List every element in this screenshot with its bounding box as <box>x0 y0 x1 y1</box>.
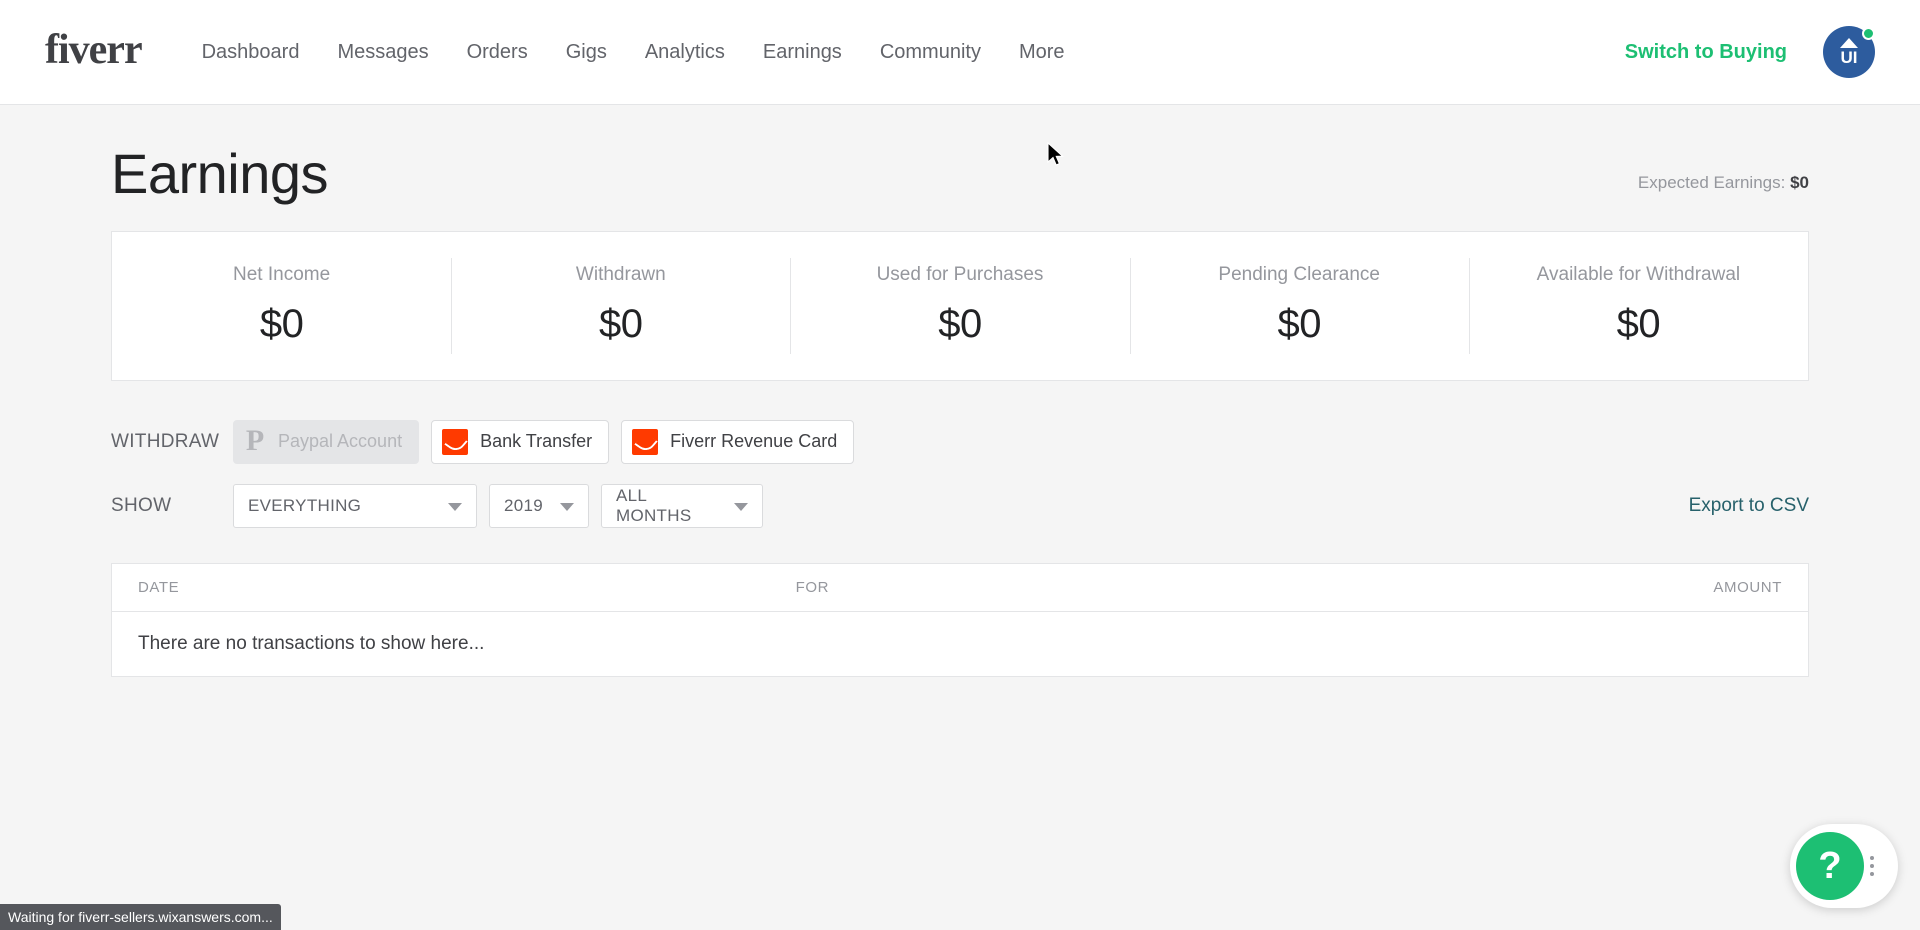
nav-item-dashboard[interactable]: Dashboard <box>202 41 300 64</box>
expected-earnings: Expected Earnings: $0 <box>1638 173 1809 205</box>
paypal-account-label: Paypal Account <box>278 431 403 452</box>
stat-value: $0 <box>938 302 982 347</box>
help-button[interactable]: ? <box>1796 832 1864 900</box>
nav-item-community[interactable]: Community <box>880 41 981 64</box>
chevron-down-icon <box>448 502 462 511</box>
page-content-container: Earnings Expected Earnings: $0 Net Incom… <box>111 105 1809 677</box>
fiverr-revenue-card-button[interactable]: Fiverr Revenue Card <box>621 419 855 464</box>
column-header-date: DATE <box>138 578 180 596</box>
earnings-summary-card: Net Income $0 Withdrawn $0 Used for Purc… <box>111 230 1809 381</box>
kebab-menu-icon[interactable] <box>1870 856 1874 876</box>
year-filter-value: 2019 <box>504 495 544 515</box>
nav-item-messages[interactable]: Messages <box>337 41 428 64</box>
nav-right-group: Switch to Buying UI <box>1625 26 1875 78</box>
main-nav: Dashboard Messages Orders Gigs Analytics… <box>202 41 1065 64</box>
table-body: There are no transactions to show here..… <box>112 612 1808 676</box>
withdraw-label: WITHDRAW <box>111 430 220 452</box>
nav-item-gigs[interactable]: Gigs <box>566 41 607 64</box>
empty-state-message: There are no transactions to show here..… <box>138 632 485 654</box>
expected-earnings-label: Expected Earnings: <box>1637 172 1786 192</box>
type-filter-select[interactable]: EVERYTHING <box>233 483 477 528</box>
stat-withdrawn: Withdrawn $0 <box>451 232 790 380</box>
chevron-down-icon <box>734 502 748 511</box>
fiverr-revenue-card-label: Fiverr Revenue Card <box>670 431 838 452</box>
stat-used-for-purchases: Used for Purchases $0 <box>790 232 1129 380</box>
nav-item-more[interactable]: More <box>1019 41 1065 64</box>
stat-value: $0 <box>259 302 304 347</box>
stat-label: Available for Withdrawal <box>1536 264 1741 286</box>
stat-value: $0 <box>1616 302 1661 347</box>
kebab-dot <box>1870 856 1874 860</box>
paypal-account-button[interactable]: P Paypal Account <box>233 419 420 464</box>
top-navigation-bar: fiverr Dashboard Messages Orders Gigs An… <box>0 0 1920 105</box>
stat-label: Withdrawn <box>575 264 666 286</box>
browser-status-bar: Waiting for fiverr-sellers.wixanswers.co… <box>0 904 281 930</box>
chevron-down-icon <box>560 502 574 511</box>
type-filter-value: EVERYTHING <box>248 495 362 515</box>
withdraw-row: WITHDRAW P Paypal Account Bank Transfer … <box>111 417 1809 467</box>
year-filter-select[interactable]: 2019 <box>489 483 589 528</box>
column-header-for: FOR <box>795 578 830 596</box>
stat-pending-clearance: Pending Clearance $0 <box>1129 232 1469 380</box>
stat-label: Pending Clearance <box>1218 264 1381 286</box>
nav-item-earnings[interactable]: Earnings <box>763 41 842 64</box>
fiverr-logo-icon <box>442 428 469 455</box>
paypal-icon: P <box>245 423 265 457</box>
column-header-amount: AMOUNT <box>1713 578 1782 596</box>
month-filter-value: ALL MONTHS <box>616 485 692 525</box>
stat-value: $0 <box>599 302 643 347</box>
nav-item-analytics[interactable]: Analytics <box>645 41 725 64</box>
bank-transfer-button[interactable]: Bank Transfer <box>431 419 610 464</box>
kebab-dot <box>1870 872 1874 876</box>
month-filter-select[interactable]: ALL MONTHS <box>601 483 763 528</box>
bank-transfer-label: Bank Transfer <box>480 431 593 452</box>
controls-section: WITHDRAW P Paypal Account Bank Transfer … <box>111 381 1809 531</box>
avatar-triangle-icon <box>1840 38 1858 48</box>
page-title-row: Earnings Expected Earnings: $0 <box>111 105 1809 231</box>
avatar-initials: UI <box>1840 48 1858 67</box>
stat-value: $0 <box>1277 302 1321 347</box>
transactions-table: DATE FOR AMOUNT There are no transaction… <box>111 562 1809 677</box>
help-widget: ? <box>1790 824 1898 908</box>
switch-to-buying-link[interactable]: Switch to Buying <box>1625 41 1787 64</box>
fiverr-logo-icon <box>632 428 659 455</box>
stat-label: Net Income <box>233 264 331 286</box>
nav-item-orders[interactable]: Orders <box>467 41 528 64</box>
kebab-dot <box>1870 864 1874 868</box>
page-body: Earnings Expected Earnings: $0 Net Incom… <box>0 105 1920 677</box>
expected-earnings-value: $0 <box>1790 172 1809 192</box>
online-status-dot <box>1862 27 1875 40</box>
stat-available-for-withdrawal: Available for Withdrawal $0 <box>1468 232 1808 380</box>
fiverr-logo[interactable]: fiverr <box>45 29 143 75</box>
page-title: Earnings <box>111 142 329 205</box>
export-to-csv-link[interactable]: Export to CSV <box>1689 495 1809 517</box>
stat-net-income: Net Income $0 <box>112 232 451 380</box>
show-label: SHOW <box>111 494 172 516</box>
stat-label: Used for Purchases <box>876 264 1044 286</box>
table-header-row: DATE FOR AMOUNT <box>112 564 1808 612</box>
avatar[interactable]: UI <box>1823 26 1875 78</box>
show-filters-row: SHOW EVERYTHING 2019 ALL MONTHS Export t… <box>111 481 1809 531</box>
